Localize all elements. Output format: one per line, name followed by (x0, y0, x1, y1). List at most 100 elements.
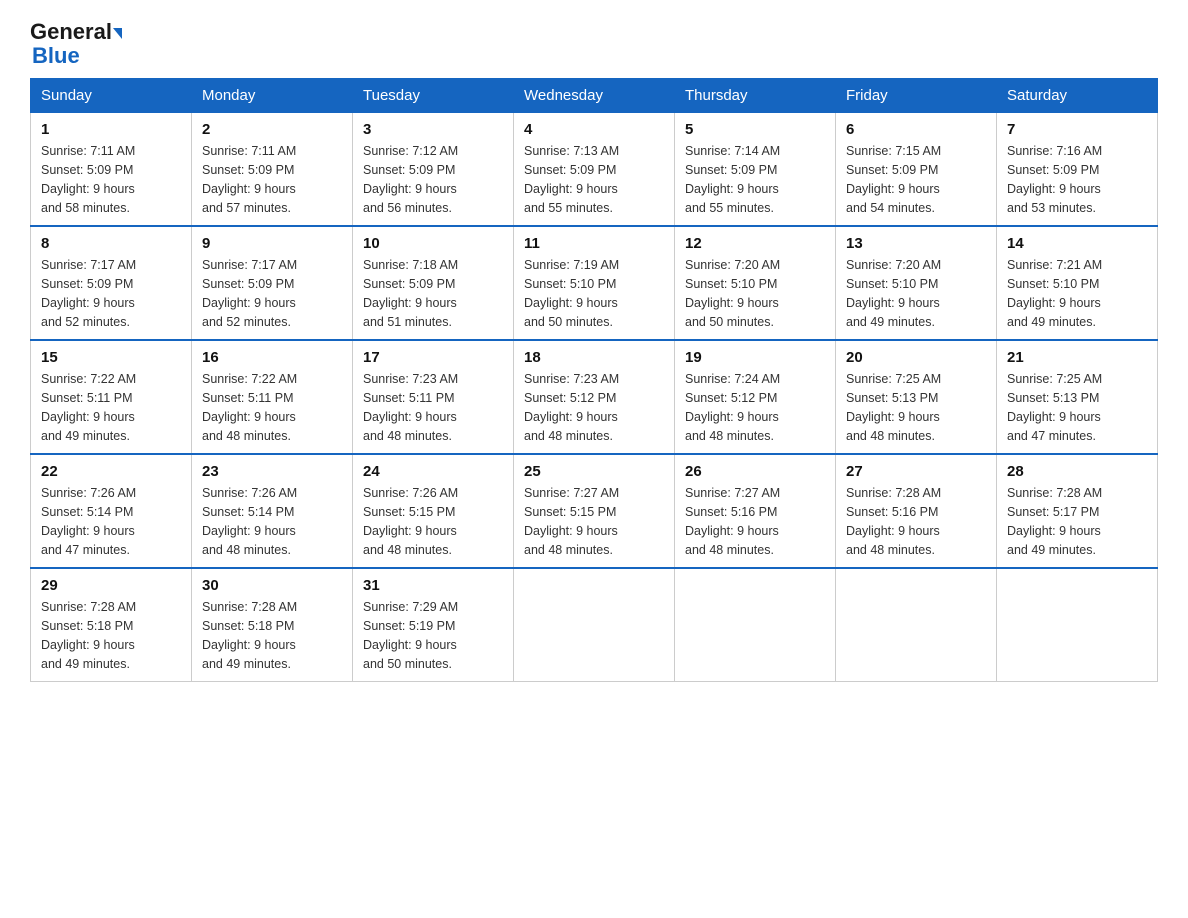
day-number: 21 (1007, 349, 1147, 366)
calendar-cell: 9 Sunrise: 7:17 AMSunset: 5:09 PMDaylight… (192, 226, 353, 340)
day-number: 9 (202, 235, 342, 252)
calendar-cell: 27 Sunrise: 7:28 AMSunset: 5:16 PMDayligh… (836, 454, 997, 568)
calendar-cell: 23 Sunrise: 7:26 AMSunset: 5:14 PMDayligh… (192, 454, 353, 568)
day-number: 27 (846, 463, 986, 480)
week-row-2: 8 Sunrise: 7:17 AMSunset: 5:09 PMDaylight… (31, 226, 1158, 340)
day-info: Sunrise: 7:28 AMSunset: 5:16 PMDaylight:… (846, 486, 941, 556)
day-info: Sunrise: 7:23 AMSunset: 5:11 PMDaylight:… (363, 372, 458, 442)
day-info: Sunrise: 7:15 AMSunset: 5:09 PMDaylight:… (846, 144, 941, 214)
day-number: 13 (846, 235, 986, 252)
day-number: 22 (41, 463, 181, 480)
day-info: Sunrise: 7:28 AMSunset: 5:18 PMDaylight:… (41, 600, 136, 670)
day-info: Sunrise: 7:17 AMSunset: 5:09 PMDaylight:… (202, 258, 297, 328)
calendar-cell: 2Sunrise: 7:11 AMSunset: 5:09 PMDaylight… (192, 113, 353, 227)
day-number: 4 (524, 121, 664, 138)
calendar-cell: 21Sunrise: 7:25 AMSunset: 5:13 PMDayligh… (997, 340, 1158, 454)
calendar-cell: 22 Sunrise: 7:26 AMSunset: 5:14 PMDayligh… (31, 454, 192, 568)
day-info: Sunrise: 7:17 AMSunset: 5:09 PMDaylight:… (41, 258, 136, 328)
day-info: Sunrise: 7:21 AMSunset: 5:10 PMDaylight:… (1007, 258, 1102, 328)
day-number: 16 (202, 349, 342, 366)
day-info: Sunrise: 7:27 AMSunset: 5:15 PMDaylight:… (524, 486, 619, 556)
calendar-cell: 25 Sunrise: 7:27 AMSunset: 5:15 PMDayligh… (514, 454, 675, 568)
calendar-cell: 8 Sunrise: 7:17 AMSunset: 5:09 PMDaylight… (31, 226, 192, 340)
day-number: 24 (363, 463, 503, 480)
calendar-cell: 24 Sunrise: 7:26 AMSunset: 5:15 PMDayligh… (353, 454, 514, 568)
calendar-cell: 7 Sunrise: 7:16 AMSunset: 5:09 PMDaylight… (997, 113, 1158, 227)
day-number: 26 (685, 463, 825, 480)
header-sunday: Sunday (31, 79, 192, 113)
day-info: Sunrise: 7:25 AMSunset: 5:13 PMDaylight:… (846, 372, 941, 442)
day-number: 31 (363, 577, 503, 594)
calendar-cell: 28 Sunrise: 7:28 AMSunset: 5:17 PMDayligh… (997, 454, 1158, 568)
day-info: Sunrise: 7:22 AMSunset: 5:11 PMDaylight:… (41, 372, 136, 442)
day-info: Sunrise: 7:24 AMSunset: 5:12 PMDaylight:… (685, 372, 780, 442)
calendar-cell: 18 Sunrise: 7:23 AMSunset: 5:12 PMDayligh… (514, 340, 675, 454)
calendar-cell: 6 Sunrise: 7:15 AMSunset: 5:09 PMDaylight… (836, 113, 997, 227)
day-number: 7 (1007, 121, 1147, 138)
day-number: 20 (846, 349, 986, 366)
calendar-cell: 15 Sunrise: 7:22 AMSunset: 5:11 PMDayligh… (31, 340, 192, 454)
calendar-cell: 29 Sunrise: 7:28 AMSunset: 5:18 PMDayligh… (31, 568, 192, 682)
day-info: Sunrise: 7:16 AMSunset: 5:09 PMDaylight:… (1007, 144, 1102, 214)
calendar-cell: 16 Sunrise: 7:22 AMSunset: 5:11 PMDayligh… (192, 340, 353, 454)
day-number: 3 (363, 121, 503, 138)
calendar-table: SundayMondayTuesdayWednesdayThursdayFrid… (30, 78, 1158, 682)
day-number: 23 (202, 463, 342, 480)
week-row-5: 29 Sunrise: 7:28 AMSunset: 5:18 PMDayligh… (31, 568, 1158, 682)
calendar-cell (997, 568, 1158, 682)
header-friday: Friday (836, 79, 997, 113)
logo-top: General (30, 20, 122, 44)
header-saturday: Saturday (997, 79, 1158, 113)
day-info: Sunrise: 7:28 AMSunset: 5:17 PMDaylight:… (1007, 486, 1102, 556)
day-info: Sunrise: 7:20 AMSunset: 5:10 PMDaylight:… (846, 258, 941, 328)
day-number: 6 (846, 121, 986, 138)
day-number: 29 (41, 577, 181, 594)
logo: General Blue (30, 20, 122, 68)
day-number: 25 (524, 463, 664, 480)
day-info: Sunrise: 7:11 AMSunset: 5:09 PMDaylight:… (41, 144, 135, 214)
day-number: 15 (41, 349, 181, 366)
day-info: Sunrise: 7:20 AMSunset: 5:10 PMDaylight:… (685, 258, 780, 328)
page-header: General Blue (30, 20, 1158, 68)
day-info: Sunrise: 7:13 AMSunset: 5:09 PMDaylight:… (524, 144, 619, 214)
day-info: Sunrise: 7:22 AMSunset: 5:11 PMDaylight:… (202, 372, 297, 442)
week-row-4: 22 Sunrise: 7:26 AMSunset: 5:14 PMDayligh… (31, 454, 1158, 568)
day-number: 17 (363, 349, 503, 366)
day-number: 11 (524, 235, 664, 252)
day-info: Sunrise: 7:26 AMSunset: 5:14 PMDaylight:… (202, 486, 297, 556)
calendar-cell: 20 Sunrise: 7:25 AMSunset: 5:13 PMDayligh… (836, 340, 997, 454)
day-number: 28 (1007, 463, 1147, 480)
day-info: Sunrise: 7:26 AMSunset: 5:14 PMDaylight:… (41, 486, 136, 556)
calendar-cell: 26 Sunrise: 7:27 AMSunset: 5:16 PMDayligh… (675, 454, 836, 568)
day-number: 10 (363, 235, 503, 252)
calendar-cell: 3 Sunrise: 7:12 AMSunset: 5:09 PMDaylight… (353, 113, 514, 227)
day-number: 18 (524, 349, 664, 366)
header-thursday: Thursday (675, 79, 836, 113)
calendar-cell: 12Sunrise: 7:20 AMSunset: 5:10 PMDayligh… (675, 226, 836, 340)
calendar-header-row: SundayMondayTuesdayWednesdayThursdayFrid… (31, 79, 1158, 113)
logo-bottom: Blue (32, 44, 80, 68)
day-info: Sunrise: 7:12 AMSunset: 5:09 PMDaylight:… (363, 144, 458, 214)
day-info: Sunrise: 7:29 AMSunset: 5:19 PMDaylight:… (363, 600, 458, 670)
calendar-cell (675, 568, 836, 682)
day-info: Sunrise: 7:27 AMSunset: 5:16 PMDaylight:… (685, 486, 780, 556)
calendar-cell: 1Sunrise: 7:11 AMSunset: 5:09 PMDaylight… (31, 113, 192, 227)
week-row-1: 1Sunrise: 7:11 AMSunset: 5:09 PMDaylight… (31, 113, 1158, 227)
calendar-cell: 19 Sunrise: 7:24 AMSunset: 5:12 PMDayligh… (675, 340, 836, 454)
day-number: 8 (41, 235, 181, 252)
day-number: 30 (202, 577, 342, 594)
day-number: 14 (1007, 235, 1147, 252)
header-tuesday: Tuesday (353, 79, 514, 113)
day-info: Sunrise: 7:28 AMSunset: 5:18 PMDaylight:… (202, 600, 297, 670)
calendar-cell: 5Sunrise: 7:14 AMSunset: 5:09 PMDaylight… (675, 113, 836, 227)
header-wednesday: Wednesday (514, 79, 675, 113)
day-info: Sunrise: 7:19 AMSunset: 5:10 PMDaylight:… (524, 258, 619, 328)
calendar-cell: 4 Sunrise: 7:13 AMSunset: 5:09 PMDaylight… (514, 113, 675, 227)
day-info: Sunrise: 7:23 AMSunset: 5:12 PMDaylight:… (524, 372, 619, 442)
calendar-cell: 11 Sunrise: 7:19 AMSunset: 5:10 PMDayligh… (514, 226, 675, 340)
day-number: 19 (685, 349, 825, 366)
calendar-cell: 13 Sunrise: 7:20 AMSunset: 5:10 PMDayligh… (836, 226, 997, 340)
calendar-cell: 17 Sunrise: 7:23 AMSunset: 5:11 PMDayligh… (353, 340, 514, 454)
day-number: 5 (685, 121, 825, 138)
day-info: Sunrise: 7:26 AMSunset: 5:15 PMDaylight:… (363, 486, 458, 556)
